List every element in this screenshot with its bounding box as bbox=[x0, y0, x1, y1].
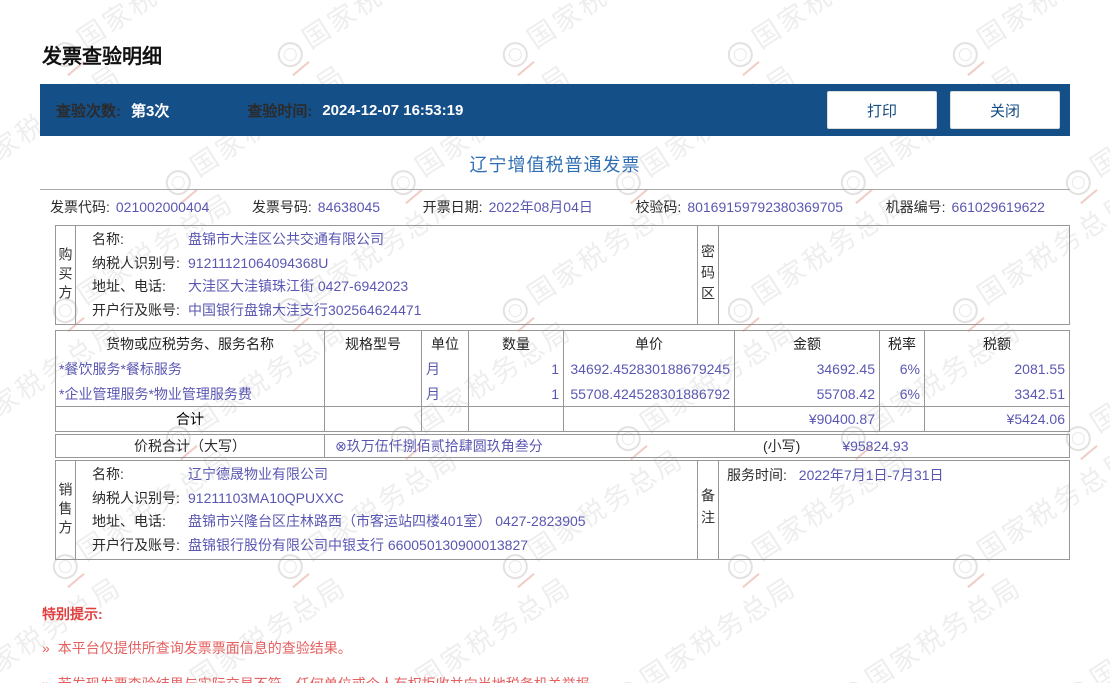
invoice-codes-row: 发票代码: 021002000404 发票号码: 84638045 开票日期: 202… bbox=[40, 190, 1070, 219]
buyer-side-label: 购买方 bbox=[56, 226, 76, 324]
total-taxrate-empty bbox=[880, 407, 925, 431]
header-qty: 数量 bbox=[469, 331, 564, 356]
item-unit: 月 bbox=[422, 356, 469, 381]
amount-small-value: ¥95824.93 bbox=[842, 438, 909, 454]
close-button[interactable]: 关闭 bbox=[950, 91, 1060, 129]
invoice-header: 辽宁增值税普通发票 bbox=[40, 136, 1070, 190]
header-taxrate: 税率 bbox=[880, 331, 925, 356]
header-price: 单价 bbox=[564, 331, 735, 356]
total-price-empty bbox=[564, 407, 735, 431]
print-button[interactable]: 打印 bbox=[827, 91, 937, 129]
item-tax: 3342.51 bbox=[1014, 385, 1065, 402]
buyer-taxid-row: 纳税人识别号: 91211121064094368U bbox=[92, 254, 329, 271]
bullet-icon: » bbox=[42, 676, 50, 683]
total-label: 合计 bbox=[56, 407, 325, 431]
check-count-label: 查验次数: bbox=[56, 102, 121, 120]
header-unit: 单位 bbox=[422, 331, 469, 356]
password-area-label: 密码区 bbox=[697, 226, 719, 324]
seller-side-label: 销售方 bbox=[56, 461, 76, 559]
item-unit: 月 bbox=[422, 381, 469, 406]
page-title: 发票查验明细 bbox=[42, 46, 162, 68]
check-count-value: 第3次 bbox=[131, 102, 170, 120]
remark-area: 服务时间: 2022年7月1日-7月31日 bbox=[719, 461, 1069, 559]
item-price: 34692.452830188679245 bbox=[564, 356, 735, 381]
item-price: 55708.424528301886792 bbox=[564, 381, 735, 406]
total-qty-empty bbox=[469, 407, 564, 431]
item-taxrate: 6% bbox=[880, 381, 925, 406]
buyer-info: 名称: 盘锦市大洼区公共交通有限公司 纳税人识别号: 912111210640943… bbox=[76, 226, 697, 324]
seller-taxid-row: 纳税人识别号: 91211103MA10QPUXXC bbox=[92, 489, 344, 506]
check-count: 查验次数: 第3次 bbox=[56, 100, 169, 121]
items-table: 货物或应税劳务、服务名称 规格型号 单位 数量 单价 金额 税率 税额 *餐饮服… bbox=[55, 330, 1070, 432]
total-unit-empty bbox=[422, 407, 469, 431]
check-time-value: 2024-12-07 16:53:19 bbox=[322, 101, 464, 119]
notice-item: » 本平台仅提供所查询发票票面信息的查验结果。 bbox=[42, 640, 352, 656]
invoice-date: 开票日期: 2022年08月04日 bbox=[422, 199, 593, 215]
seller-bank-row: 开户行及账号: 盘锦银行股份有限公司中银支行 660050130900013827 bbox=[92, 536, 529, 553]
summary-value: ⊗玖万伍仟捌佰贰拾肆圆玖角叁分 (小写) ¥95824.93 bbox=[325, 436, 1069, 456]
summary-label: 价税合计（大写） bbox=[56, 435, 325, 457]
buyer-bank-row: 开户行及账号: 中国银行盘锦大洼支行302564624471 bbox=[92, 301, 422, 318]
total-tax: ¥5424.06 bbox=[1006, 411, 1065, 427]
item-spec bbox=[325, 381, 422, 406]
invoice-title: 辽宁增值税普通发票 bbox=[469, 155, 641, 175]
seller-address-row: 地址、电话: 盘锦市兴隆台区庄林路西（市客运站四楼401室） 0427-28239… bbox=[92, 513, 586, 529]
special-notice: 特别提示: »本平台仅提供所查询发票票面信息的查验结果。 »若发现发票查验结果与… bbox=[42, 604, 1070, 683]
total-spec-empty bbox=[325, 407, 422, 431]
service-time-value: 2022年7月1日-7月31日 bbox=[798, 467, 944, 483]
header-spec: 规格型号 bbox=[325, 331, 422, 356]
notice-item: »若发现发票查验结果与实际交易不符，任何单位或个人有权拒收并向当地税务机关举报。 bbox=[42, 674, 1070, 683]
machine-number: 机器编号: 661029619622 bbox=[885, 199, 1045, 215]
table-row: *餐饮服务*餐标服务 月 1 34692.452830188679245 346… bbox=[56, 356, 1069, 381]
header-amount: 金额 bbox=[735, 331, 880, 356]
check-time: 查验时间: 2024-12-07 16:53:19 bbox=[247, 100, 463, 121]
items-total-row: 合计 ¥90400.87 ¥5424.06 bbox=[56, 406, 1069, 431]
check-time-label: 查验时间: bbox=[247, 102, 313, 120]
invoice-code: 发票代码: 021002000404 bbox=[50, 199, 210, 215]
buyer-name-row: 名称: 盘锦市大洼区公共交通有限公司 bbox=[92, 231, 384, 247]
total-amount: ¥90400.87 bbox=[735, 407, 880, 431]
remark-label: 备注 bbox=[697, 461, 719, 559]
item-name: *餐饮服务*餐标服务 bbox=[56, 356, 325, 381]
seller-section: 销售方 名称: 辽宁德晟物业有限公司 纳税人识别号: 91211103MA10QPU… bbox=[55, 460, 1070, 560]
header-tax: 税额 bbox=[983, 335, 1011, 352]
summary-row: 价税合计（大写） ⊗玖万伍仟捌佰贰拾肆圆玖角叁分 (小写) ¥95824.93 bbox=[55, 434, 1070, 458]
item-taxrate: 6% bbox=[880, 356, 925, 381]
header-name: 货物或应税劳务、服务名称 bbox=[56, 331, 325, 356]
toolbar: 查验次数: 第3次 查验时间: 2024-12-07 16:53:19 打印 关… bbox=[40, 84, 1070, 136]
table-row: *企业管理服务*物业管理服务费 月 1 55708.42452830188679… bbox=[56, 381, 1069, 406]
invoice-number: 发票号码: 84638045 bbox=[251, 199, 381, 215]
password-area bbox=[719, 226, 1069, 324]
buyer-address-row: 地址、电话: 大洼区大洼镇珠江街 0427-6942023 bbox=[92, 278, 409, 294]
items-header-row: 货物或应税劳务、服务名称 规格型号 单位 数量 单价 金额 税率 税额 bbox=[56, 331, 1069, 356]
amount-in-words: ⊗玖万伍仟捌佰贰拾肆圆玖角叁分 bbox=[335, 438, 543, 454]
notice-title: 特别提示: bbox=[42, 606, 103, 622]
invoice-verification-page: 国家税务总局 国家税务总局 国家税务总局 国家税务总局 国家税务总局 国家税务总局 国家税务… bbox=[0, 0, 1110, 683]
seller-info: 名称: 辽宁德晟物业有限公司 纳税人识别号: 91211103MA10QPUXXC … bbox=[76, 461, 697, 559]
item-amount: 55708.42 bbox=[735, 381, 880, 406]
item-qty: 1 bbox=[469, 381, 564, 406]
seller-name-row: 名称: 辽宁德晟物业有限公司 bbox=[92, 466, 328, 482]
amount-small-label: (小写) bbox=[763, 438, 801, 454]
service-time-label: 服务时间: bbox=[727, 467, 787, 483]
item-tax: 2081.55 bbox=[1014, 360, 1065, 377]
bullet-icon: » bbox=[42, 640, 50, 656]
buyer-section: 购买方 名称: 盘锦市大洼区公共交通有限公司 纳税人识别号: 91211121064… bbox=[55, 225, 1070, 325]
toolbar-buttons: 打印 关闭 bbox=[827, 91, 1060, 129]
item-qty: 1 bbox=[469, 356, 564, 381]
item-name: *企业管理服务*物业管理服务费 bbox=[56, 381, 325, 406]
item-spec bbox=[325, 356, 422, 381]
item-amount: 34692.45 bbox=[735, 356, 880, 381]
check-code: 校验码: 80169159792380369705 bbox=[635, 199, 844, 215]
